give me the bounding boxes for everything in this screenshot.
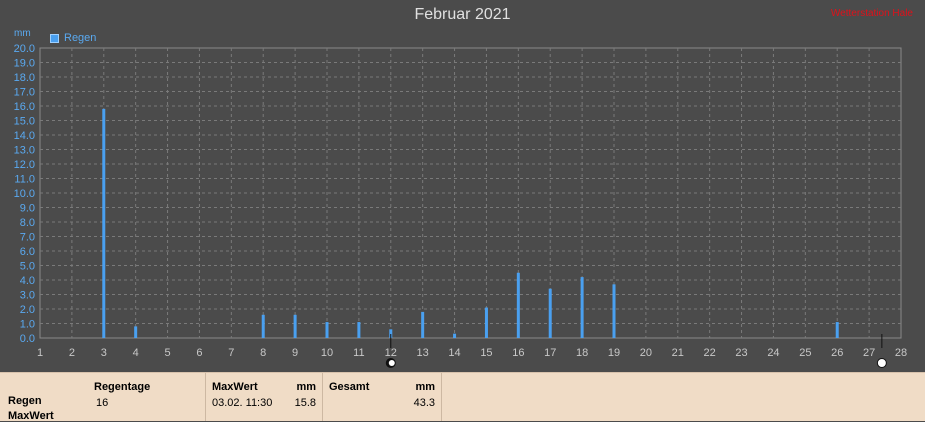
y-tick-label: 9.0: [20, 203, 35, 215]
stats-value-maxwert-date: 03.02. 11:30: [212, 397, 273, 409]
x-tick-label: 23: [735, 347, 747, 359]
moon-new-marker-highlight: [388, 360, 395, 366]
x-tick-label: 9: [292, 347, 298, 359]
bar-regen: [580, 277, 584, 338]
bar-regen: [612, 284, 616, 338]
bar-regen: [484, 307, 488, 338]
chart-area: 0.0 1.0 2.0 3.0 4.0 5.0 6.0 7.0 8.0 9.0 10.0 11.0 12…: [0, 0, 925, 372]
x-tick-label: 13: [417, 347, 429, 359]
x-tick-label: 21: [672, 347, 684, 359]
legend-label-regen: Regen: [64, 32, 97, 44]
y-tick-label: 20.0: [14, 43, 35, 55]
y-axis-unit: mm: [14, 28, 31, 39]
stats-unit-maxwert: mm: [296, 381, 316, 393]
y-tick-label: 10.0: [14, 188, 35, 200]
y-tick-label: 15.0: [14, 116, 35, 128]
chart-title: Februar 2021: [414, 6, 511, 23]
y-tick-label: 17.0: [14, 87, 35, 99]
x-tick-label: 5: [164, 347, 170, 359]
y-tick-label: 13.0: [14, 145, 35, 157]
bar-regen: [548, 288, 552, 338]
stats-row-label-regen: Regen: [8, 395, 42, 407]
y-tick-label: 18.0: [14, 72, 35, 84]
stats-unit-gesamt: mm: [415, 381, 435, 393]
stats-value-regentage: 16: [96, 397, 109, 409]
stats-header-gesamt: Gesamt: [329, 381, 370, 393]
x-tick-label: 14: [448, 347, 460, 359]
stats-row-label-maxwert: MaxWert: [8, 410, 54, 422]
station-watermark: Wetterstation Hale: [830, 8, 913, 19]
bar-regen: [421, 311, 425, 338]
x-tick-label: 24: [767, 347, 779, 359]
x-tick-label: 8: [260, 347, 266, 359]
x-tick-label: 20: [640, 347, 652, 359]
bar-regen: [516, 272, 520, 338]
y-tick-label: 11.0: [14, 174, 35, 186]
x-tick-label: 19: [608, 347, 620, 359]
x-tick-label: 17: [544, 347, 556, 359]
x-tick-label: 18: [576, 347, 588, 359]
x-tick-label: 16: [512, 347, 524, 359]
legend-swatch: [50, 33, 59, 43]
stats-value-gesamt: 43.3: [413, 397, 435, 409]
y-tick-label: 8.0: [20, 217, 35, 229]
x-tick-label: 26: [831, 347, 843, 359]
moon-full-marker: [876, 358, 887, 368]
y-tick-label: 2.0: [20, 304, 35, 316]
x-tick-label: 27: [863, 347, 875, 359]
y-tick-label: 7.0: [20, 232, 35, 244]
bar-regen: [325, 322, 329, 338]
x-tick-label: 25: [799, 347, 811, 359]
x-tick-label: 12: [385, 347, 397, 359]
x-tick-label: 6: [196, 347, 202, 359]
bar-regen: [261, 314, 265, 338]
plot-frame: [39, 47, 902, 339]
y-tick-label: 3.0: [20, 290, 35, 302]
stats-col-regentage: Regentage 16: [88, 373, 206, 421]
bar-regen: [102, 108, 106, 339]
x-tick-label: 7: [228, 347, 234, 359]
x-tick-label: 10: [321, 347, 333, 359]
y-tick-label: 14.0: [14, 130, 35, 142]
y-tick-label: 12.0: [14, 159, 35, 171]
bar-regen: [835, 322, 839, 338]
bar-regen: [134, 326, 138, 338]
x-tick-label: 15: [480, 347, 492, 359]
stats-header-maxwert: MaxWert: [212, 381, 258, 393]
legend: Regen: [50, 32, 96, 44]
y-tick-label: 19.0: [14, 58, 35, 70]
x-tick-label: 3: [101, 347, 107, 359]
bar-regen: [293, 314, 297, 338]
stats-value-maxwert: 15.8: [294, 397, 316, 409]
stats-header-regentage: Regentage: [94, 381, 151, 393]
y-tick-label: 16.0: [14, 101, 35, 113]
x-tick-label: 2: [69, 347, 75, 359]
y-tick-label: 6.0: [20, 246, 35, 258]
stats-col-gesamt: Gesamt mm 43.3: [323, 373, 442, 421]
y-tick-label: 4.0: [20, 275, 35, 287]
x-tick-label: 28: [895, 347, 907, 359]
y-tick-label: 1.0: [20, 319, 35, 331]
stats-panel: Regen MaxWert Regentage 16 MaxWert mm 03…: [0, 372, 925, 422]
y-tick-label: 0.0: [20, 333, 35, 345]
rain-chart: 0.01.02.03.04.05.06.07.08.09.010.011.012…: [14, 43, 907, 368]
x-tick-label: 4: [133, 347, 139, 359]
stats-col-maxwert: MaxWert mm 03.02. 11:30 15.8: [206, 373, 323, 421]
y-tick-label: 5.0: [20, 261, 35, 273]
x-tick-label: 22: [704, 347, 716, 359]
x-tick-label: 1: [37, 347, 43, 359]
bar-regen: [357, 322, 361, 338]
bar-regen: [453, 333, 457, 338]
x-tick-label: 11: [353, 347, 364, 359]
